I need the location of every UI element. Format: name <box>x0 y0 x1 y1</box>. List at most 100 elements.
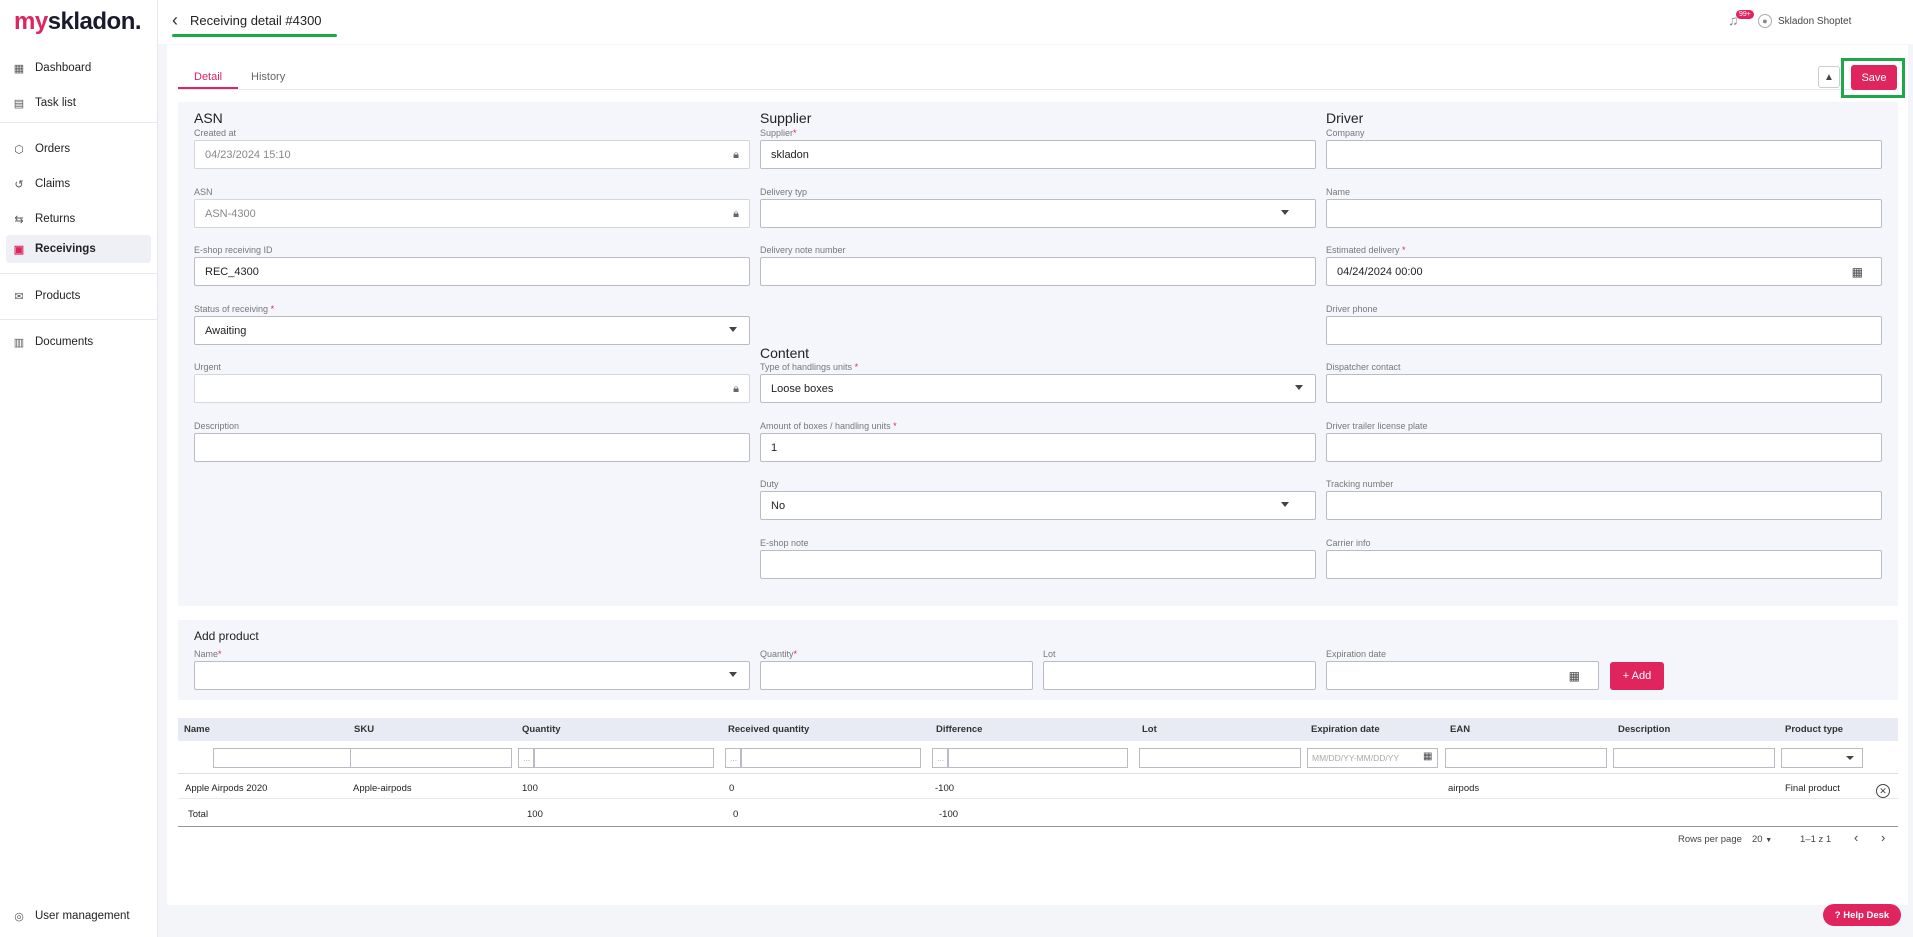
remove-row-icon[interactable]: ✕ <box>1876 784 1890 798</box>
filter-received-to[interactable] <box>741 748 921 768</box>
quantity-label: Quantity* <box>760 649 798 659</box>
tracking-label: Tracking number <box>1326 479 1394 489</box>
chevron-down-icon <box>729 672 737 677</box>
filter-ean[interactable] <box>1445 748 1607 768</box>
lock-icon: 🔒︎ <box>733 149 739 161</box>
tab-detail[interactable]: Detail <box>194 71 222 83</box>
driver-name-field[interactable] <box>1326 199 1882 228</box>
status-select[interactable]: Awaiting <box>194 316 750 345</box>
calendar-icon[interactable]: ▦ <box>1852 265 1863 279</box>
sidebar-item-claims[interactable]: ↺ Claims <box>6 170 151 198</box>
tracking-field[interactable] <box>1326 491 1882 520</box>
next-page-icon[interactable]: › <box>1881 830 1885 845</box>
chevron-down-icon <box>1281 210 1289 215</box>
urgent-label: Urgent <box>194 362 222 372</box>
help-desk-button[interactable]: ? Help Desk <box>1823 904 1901 926</box>
filter-quantity-from[interactable]: ... <box>518 748 534 768</box>
rows-per-page-label: Rows per page <box>1678 834 1742 845</box>
column-header[interactable]: Quantity <box>522 724 561 735</box>
notification-button[interactable]: ▲ <box>1818 66 1840 88</box>
tab-history[interactable]: History <box>251 71 285 83</box>
eshop-note-label: E-shop note <box>760 538 809 548</box>
column-header[interactable]: Lot <box>1142 724 1157 735</box>
supplier-field[interactable]: skladon <box>760 140 1316 169</box>
sidebar-item-label: Dashboard <box>35 62 92 74</box>
sidebar-item-label: Products <box>35 290 81 302</box>
description-field[interactable] <box>194 433 750 462</box>
sidebar-item-products[interactable]: ✉ Products <box>6 282 151 310</box>
trailer-field[interactable] <box>1326 433 1882 462</box>
duty-select[interactable]: No <box>760 491 1316 520</box>
eshop-note-field[interactable] <box>760 550 1316 579</box>
filter-difference-from[interactable]: ... <box>932 748 948 768</box>
column-header[interactable]: Name <box>184 724 210 735</box>
sidebar-item-receivings[interactable]: ▣ Receivings <box>6 235 151 263</box>
column-header[interactable]: SKU <box>354 724 374 735</box>
add-product-button[interactable]: + Add <box>1610 662 1664 690</box>
rows-per-page-select[interactable]: 20 ▼ <box>1752 834 1772 845</box>
previous-page-icon[interactable]: ‹ <box>1854 830 1858 845</box>
cell-quantity: 100 <box>522 783 538 794</box>
carrier-field[interactable] <box>1326 550 1882 579</box>
cell-ean: airpods <box>1448 783 1480 794</box>
dispatcher-field[interactable] <box>1326 374 1882 403</box>
supplier-section-title: Supplier <box>760 110 812 126</box>
claims-icon: ↺ <box>14 178 24 191</box>
logo[interactable]: myskladon. <box>14 8 142 36</box>
cell-name: Apple Airpods 2020 <box>185 783 268 794</box>
delivery-type-select[interactable] <box>760 199 1316 228</box>
table-row[interactable]: Apple Airpods 2020 Apple-airpods 100 0 -… <box>178 775 1898 799</box>
sidebar-item-user-management[interactable]: ◎ User management <box>6 902 151 930</box>
calendar-icon[interactable]: ▦ <box>1423 751 1432 762</box>
cell-received: 0 <box>729 783 735 794</box>
filter-lot[interactable] <box>1139 748 1301 768</box>
amount-field[interactable]: 1 <box>760 433 1316 462</box>
expiration-field[interactable]: ▦ <box>1326 661 1599 690</box>
column-header[interactable]: Received quantity <box>728 724 809 735</box>
driver-phone-field[interactable] <box>1326 316 1882 345</box>
asn-section-title: ASN <box>194 110 223 126</box>
asn-field[interactable]: ASN-4300 🔒︎ <box>194 199 750 228</box>
filter-product-type[interactable] <box>1781 748 1863 768</box>
total-quantity: 100 <box>527 809 543 820</box>
filter-difference-to[interactable] <box>948 748 1128 768</box>
name-label: Name <box>1326 187 1351 197</box>
eshop-id-field[interactable]: REC_4300 <box>194 257 750 286</box>
lock-icon: 🔒︎ <box>733 383 739 395</box>
column-header[interactable]: EAN <box>1450 724 1470 735</box>
estimated-delivery-label: Estimated delivery * <box>1326 245 1406 255</box>
calendar-icon[interactable]: ▦ <box>1569 669 1580 683</box>
sidebar-item-orders[interactable]: ⬡ Orders <box>6 135 151 163</box>
sidebar-item-task-list[interactable]: ▤ Task list <box>6 89 151 117</box>
column-header[interactable]: Difference <box>936 724 982 735</box>
sidebar-item-dashboard[interactable]: ▦ Dashboard <box>6 54 151 82</box>
filter-received-from[interactable]: ... <box>725 748 741 768</box>
company-field[interactable] <box>1326 140 1882 169</box>
handling-select[interactable]: Loose boxes <box>760 374 1316 403</box>
filter-quantity-to[interactable] <box>534 748 714 768</box>
estimated-delivery-field[interactable]: 04/24/2024 00:00 ▦ <box>1326 257 1882 286</box>
back-arrow-icon[interactable]: ‹ <box>172 10 178 31</box>
user-menu[interactable]: ● Skladon Shoptet <box>1758 14 1851 28</box>
filter-sku[interactable] <box>350 748 512 768</box>
sidebar-item-label: Claims <box>35 178 71 190</box>
sidebar-item-label: User management <box>35 910 130 922</box>
save-button[interactable]: Save <box>1851 65 1897 90</box>
sidebar-item-documents[interactable]: ▥ Documents <box>6 328 151 356</box>
column-header[interactable]: Description <box>1618 724 1670 735</box>
filter-expiration[interactable]: MM/DD/YY-MM/DD/YY <box>1307 748 1438 768</box>
sidebar-item-returns[interactable]: ⇆ Returns <box>6 205 151 233</box>
quantity-field[interactable] <box>760 661 1033 690</box>
page-title: Receiving detail #4300 <box>190 13 322 28</box>
created-at-field[interactable]: 04/23/2024 15:10 🔒︎ <box>194 140 750 169</box>
product-name-select[interactable] <box>194 661 750 690</box>
delivery-note-field[interactable] <box>760 257 1316 286</box>
lot-field[interactable] <box>1043 661 1316 690</box>
total-label: Total <box>188 809 209 820</box>
column-header[interactable]: Expiration date <box>1311 724 1380 735</box>
column-header[interactable]: Product type <box>1785 724 1843 735</box>
urgent-field[interactable]: 🔒︎ <box>194 374 750 403</box>
dashboard-icon: ▦ <box>13 62 25 75</box>
driver-phone-label: Driver phone <box>1326 304 1378 314</box>
filter-description[interactable] <box>1613 748 1775 768</box>
